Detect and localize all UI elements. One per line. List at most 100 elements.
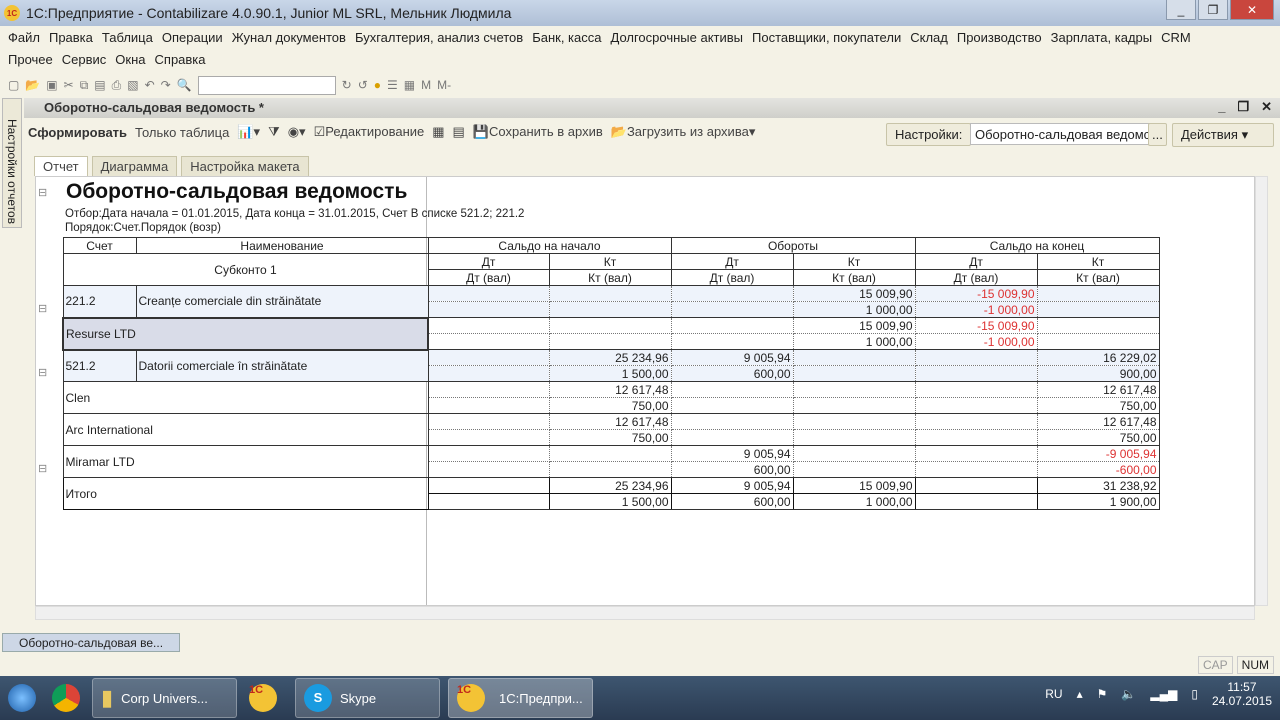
vertical-scrollbar[interactable] <box>1255 176 1268 606</box>
collapse-group-icon[interactable]: ⊟ <box>38 302 47 315</box>
header-dt-val: Дт (вал) <box>914 269 1038 286</box>
network-icon[interactable]: ▂▄▆ <box>1150 687 1177 701</box>
menu-item[interactable]: Справка <box>155 52 206 67</box>
volume-icon[interactable]: 🔈 <box>1121 687 1136 701</box>
menu-item[interactable]: Операции <box>162 30 223 45</box>
chart-icon[interactable]: 📊▾ <box>237 124 260 140</box>
taskbar-item-1c-pinned[interactable]: 1C <box>241 678 291 718</box>
edit-button[interactable]: ☑Редактирование <box>314 124 425 140</box>
find-next-icon[interactable]: ↻ <box>342 78 352 92</box>
undo-icon[interactable]: ↶ <box>145 78 155 92</box>
show-hidden-icons[interactable]: ▴ <box>1077 687 1083 701</box>
menu-item[interactable]: Долгосрочные активы <box>611 30 744 45</box>
report-order: Порядок:Счет.Порядок (возр) <box>65 222 221 234</box>
taskbar-item-1c[interactable]: 1C 1С:Предпри... <box>448 678 593 718</box>
table-row[interactable]: 521.2 Datorii comerciale în străinătate 25… <box>62 349 1160 382</box>
collapse-group-icon[interactable]: ⊟ <box>38 462 47 475</box>
close-button[interactable]: ✕ <box>1230 0 1274 20</box>
actions-button[interactable]: Действия ▾ <box>1172 123 1274 147</box>
tab-report[interactable]: Отчет <box>34 156 88 176</box>
menu-item[interactable]: Зарплата, кадры <box>1051 30 1153 45</box>
table-icon[interactable]: ▤ <box>453 124 465 140</box>
name-cell[interactable]: Итого <box>62 477 429 510</box>
table-only-button[interactable]: Только таблица <box>135 125 229 140</box>
value-cell: 12 617,48 <box>548 413 672 430</box>
menu-item[interactable]: Поставщики, покупатели <box>752 30 901 45</box>
window-tab[interactable]: Оборотно-сальдовая ве... <box>2 633 180 652</box>
settings-button[interactable]: Настройки: <box>886 123 972 146</box>
preview-icon[interactable]: ▧ <box>127 78 138 92</box>
save-icon[interactable]: ▣ <box>46 78 57 92</box>
save-archive-button[interactable]: 💾Сохранить в архив <box>473 124 603 140</box>
name-cell[interactable]: Resurse LTD <box>62 316 429 351</box>
taskbar-item-skype[interactable]: S Skype <box>295 678 440 718</box>
table-row[interactable]: Miramar LTD 9 005,94 -9 005,94 <box>62 445 1160 478</box>
taskbar-item-explorer[interactable]: ▮ Corp Univers... <box>92 678 237 718</box>
language-indicator[interactable]: RU <box>1045 687 1062 701</box>
menu-item[interactable]: Таблица <box>102 30 153 45</box>
table-row[interactable]: Итого 25 234,96 9 005,94 15 009,90 31 238,92 <box>62 477 1160 510</box>
action-center-icon[interactable]: ⚑ <box>1097 687 1108 701</box>
load-archive-label: Загрузить из архива <box>626 124 749 139</box>
menu-item[interactable]: Жунал документов <box>232 30 346 45</box>
doc-restore-button[interactable]: ❐ <box>1237 99 1249 115</box>
menu-item[interactable]: CRM <box>1161 30 1191 45</box>
globe-icon[interactable]: ◉▾ <box>288 124 306 140</box>
menu-item[interactable]: Банк, касса <box>532 30 601 45</box>
copy-icon[interactable]: ⧉ <box>80 78 89 93</box>
m-icon[interactable]: M <box>421 78 431 92</box>
name-cell[interactable]: Arc International <box>62 413 429 446</box>
tab-chart[interactable]: Диаграмма <box>91 156 178 176</box>
info-icon[interactable]: ● <box>374 78 381 92</box>
list-icon[interactable]: ☰ <box>387 78 398 92</box>
print-icon[interactable]: ⎙ <box>112 78 122 93</box>
clock[interactable]: 11:57 24.07.2015 <box>1212 680 1272 708</box>
name-cell[interactable]: Clen <box>62 381 429 414</box>
horizontal-scrollbar[interactable] <box>35 606 1255 620</box>
menu-item[interactable]: Окна <box>115 52 145 67</box>
settings-select[interactable]: Оборотно-сальдовая ведомс <box>970 123 1158 145</box>
report-settings-panel[interactable]: Настройки отчетов <box>2 98 22 228</box>
taskbar-label: Corp Univers... <box>121 690 208 706</box>
menu-item[interactable]: Склад <box>910 30 948 45</box>
settings-ellipsis-button[interactable]: ... <box>1148 123 1167 146</box>
load-archive-button[interactable]: 📂Загрузить из архива▾ <box>611 124 756 140</box>
menu-item[interactable]: Правка <box>49 30 93 45</box>
grid-icon[interactable]: ▦ <box>432 124 444 140</box>
new-icon[interactable]: ▢ <box>8 78 19 92</box>
chrome-button[interactable] <box>44 678 88 718</box>
menu-item[interactable]: Сервис <box>62 52 107 67</box>
minimize-button[interactable]: _ <box>1166 0 1196 20</box>
value-cell <box>792 445 916 462</box>
value-cell <box>914 381 1038 398</box>
collapse-group-icon[interactable]: ⊟ <box>38 366 47 379</box>
search-input[interactable] <box>197 75 336 95</box>
calculator-icon[interactable]: ▦ <box>404 78 415 92</box>
tab-layout-settings[interactable]: Настройка макета <box>181 156 309 176</box>
find-prev-icon[interactable]: ↺ <box>358 78 368 92</box>
value-cell <box>427 397 550 414</box>
m-minus-icon[interactable]: M- <box>437 78 451 92</box>
doc-minimize-button[interactable]: _ <box>1218 99 1225 115</box>
table-row[interactable]: Arc International 12 617,48 12 617,48 <box>62 413 1160 446</box>
menu-item[interactable]: Прочее <box>8 52 53 67</box>
table-row[interactable]: 221.2 Creanțe comerciale din străinătate 1… <box>62 285 1160 318</box>
battery-icon[interactable]: ▯ <box>1191 687 1198 701</box>
redo-icon[interactable]: ↷ <box>161 78 171 92</box>
collapse-group-icon[interactable]: ⊟ <box>38 186 47 199</box>
menu-item[interactable]: Производство <box>957 30 1042 45</box>
restore-button[interactable]: ❐ <box>1198 0 1228 20</box>
menu-item[interactable]: Бухгалтерия, анализ счетов <box>355 30 523 45</box>
name-cell[interactable]: Miramar LTD <box>62 445 429 478</box>
generate-button[interactable]: Сформировать <box>28 125 127 140</box>
table-row[interactable]: Clen 12 617,48 12 617,48 <box>62 381 1160 414</box>
table-row[interactable]: Resurse LTD 15 009,90 -15 009,90 <box>62 316 1160 351</box>
cut-icon[interactable]: ✂ <box>64 78 74 92</box>
search-icon[interactable]: 🔍 <box>177 78 192 92</box>
doc-close-button[interactable]: ✕ <box>1261 99 1272 115</box>
menu-item[interactable]: Файл <box>8 30 40 45</box>
open-icon[interactable]: 📂 <box>25 78 40 92</box>
filter-icon[interactable]: ⧩ <box>268 124 280 140</box>
start-button[interactable] <box>0 678 44 718</box>
paste-icon[interactable]: ▤ <box>94 78 105 92</box>
